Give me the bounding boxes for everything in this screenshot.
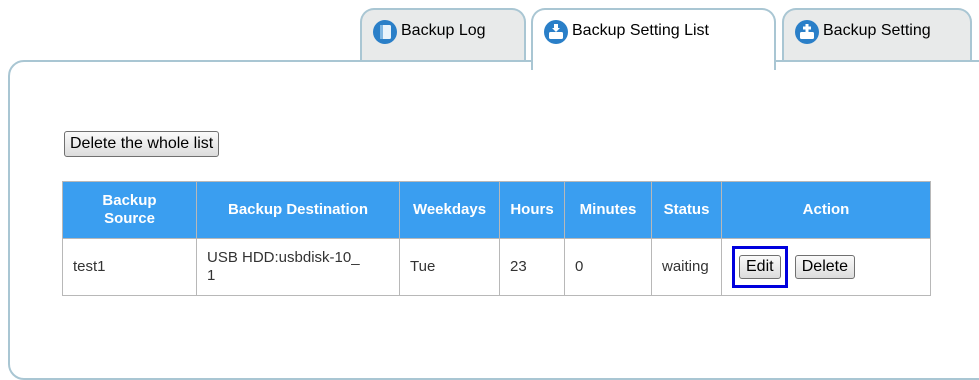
cell-status: waiting (651, 238, 722, 296)
tab-backup-setting-list[interactable]: Backup Setting List (531, 8, 776, 70)
header-action: Action (721, 181, 931, 239)
book-icon (373, 20, 397, 44)
edit-highlight-box: Edit (732, 246, 788, 288)
table-row: test1 USB HDD:usbdisk-10_1 Tue 23 0 wait… (62, 238, 931, 296)
cell-source: test1 (62, 238, 197, 296)
tab-label: Backup Setting (823, 22, 931, 39)
backup-settings-table: Backup Source Backup Destination Weekday… (62, 181, 931, 296)
tab-backup-log[interactable]: Backup Log (360, 8, 526, 66)
backup-add-icon (795, 20, 819, 44)
cell-minutes: 0 (564, 238, 652, 296)
cell-weekdays: Tue (399, 238, 500, 296)
header-weekdays: Weekdays (399, 181, 500, 239)
cell-action: Edit Delete (721, 238, 931, 296)
delete-button[interactable]: Delete (794, 255, 855, 279)
tab-label: Backup Setting List (572, 22, 709, 39)
tab-label: Backup Log (401, 22, 486, 39)
header-backup-source: Backup Source (62, 181, 197, 239)
header-hours: Hours (499, 181, 565, 239)
header-status: Status (651, 181, 722, 239)
edit-button[interactable]: Edit (739, 255, 781, 279)
cell-destination: USB HDD:usbdisk-10_1 (196, 238, 400, 296)
backup-list-icon (544, 20, 568, 44)
cell-hours: 23 (499, 238, 565, 296)
header-backup-destination: Backup Destination (196, 181, 400, 239)
delete-whole-list-button[interactable]: Delete the whole list (64, 131, 220, 157)
tab-backup-setting[interactable]: Backup Setting (782, 8, 972, 66)
table-header-row: Backup Source Backup Destination Weekday… (62, 181, 931, 239)
header-minutes: Minutes (564, 181, 652, 239)
